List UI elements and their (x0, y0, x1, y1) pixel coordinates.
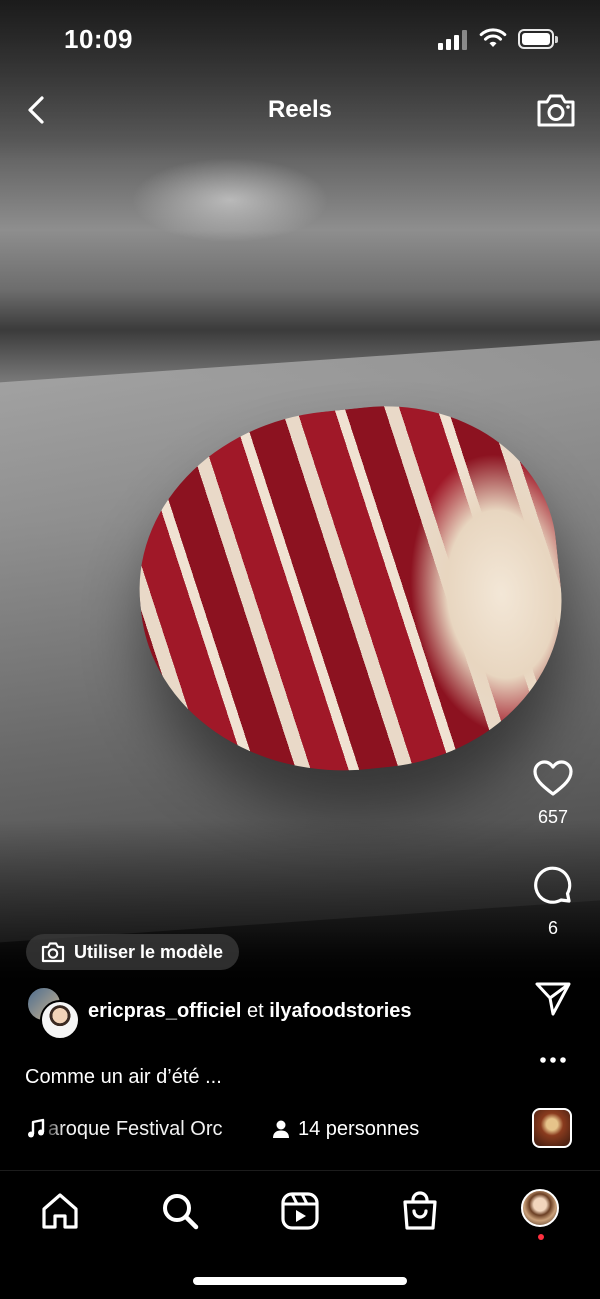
tagged-people-count: 14 personnes (298, 1117, 420, 1140)
author-row[interactable]: ericpras_officiel et ilyafoodstories (24, 986, 412, 1040)
heart-icon[interactable] (531, 758, 575, 798)
audio-track-link[interactable]: aroque Festival Orc (26, 1114, 256, 1144)
status-bar: 10:09 (0, 0, 600, 80)
cellular-signal-icon (438, 30, 468, 50)
person-icon (273, 1120, 289, 1138)
music-note-icon (28, 1118, 45, 1138)
like-count: 657 (537, 807, 569, 827)
tagged-people-link[interactable]: 14 personnes (272, 1114, 419, 1144)
page-title: Reels (267, 96, 333, 123)
author-username-primary[interactable]: ericpras_officiel (88, 1000, 241, 1022)
camera-icon[interactable] (534, 90, 578, 130)
reel-caption[interactable]: Comme un air d’été ... (25, 1066, 222, 1089)
author-username-secondary[interactable]: ilyafoodstories (269, 1000, 411, 1022)
home-indicator (193, 1277, 407, 1285)
reels-header: Reels (0, 82, 600, 138)
more-options-button[interactable] (520, 1050, 586, 1075)
home-icon[interactable] (38, 1189, 82, 1233)
author-joiner: et (246, 999, 264, 1022)
bottom-tab-bar (0, 1170, 600, 1299)
comment-button[interactable]: 6 (520, 865, 586, 939)
more-dots-icon[interactable] (531, 1050, 575, 1070)
like-button[interactable]: 657 (520, 758, 586, 828)
shop-icon[interactable] (398, 1189, 442, 1233)
notification-dot (538, 1234, 544, 1240)
author-names: ericpras_officiel et ilyafoodstories (88, 1000, 412, 1023)
comment-bubble-icon[interactable] (531, 865, 575, 909)
profile-avatar[interactable] (521, 1189, 559, 1227)
wifi-icon (479, 28, 507, 47)
use-template-label: Utiliser le modèle (74, 941, 224, 962)
comment-count: 6 (547, 918, 558, 938)
author-avatars[interactable] (24, 986, 80, 1040)
battery-icon (518, 29, 558, 49)
use-template-button[interactable]: Utiliser le modèle (26, 934, 240, 970)
paper-plane-icon[interactable] (531, 978, 575, 1018)
camera-icon (41, 942, 65, 963)
status-time: 10:09 (64, 24, 133, 54)
avatar[interactable] (40, 1000, 80, 1040)
audio-thumbnail[interactable] (532, 1108, 572, 1148)
search-icon[interactable] (158, 1189, 202, 1233)
reels-icon[interactable] (278, 1189, 322, 1233)
audio-track-name: aroque Festival Orc (48, 1117, 223, 1140)
share-button[interactable] (520, 978, 586, 1023)
